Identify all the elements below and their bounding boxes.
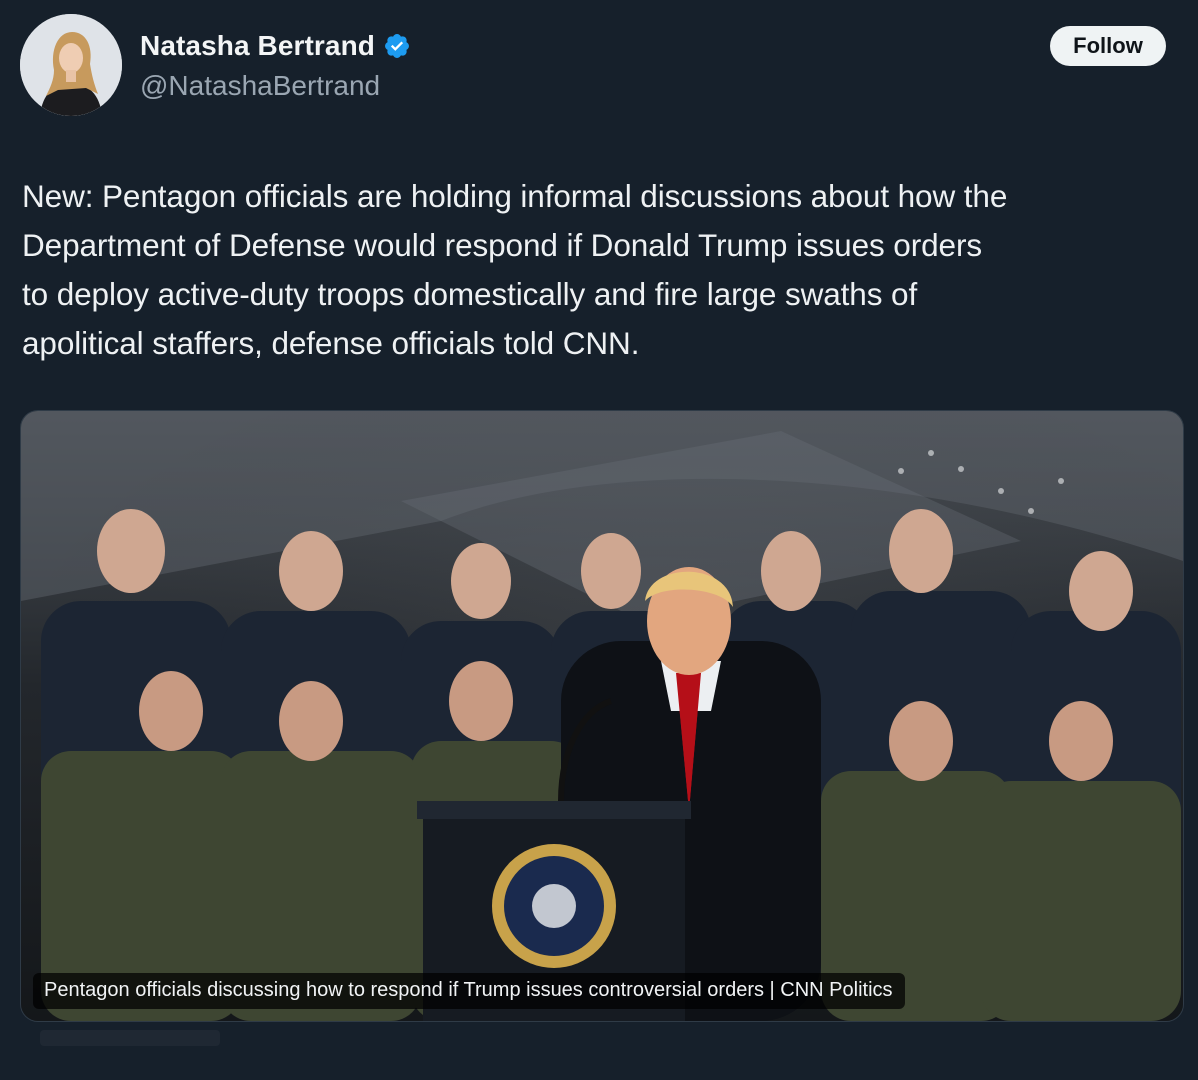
tweet-text-line: Department of Defense would respond if D… bbox=[22, 227, 982, 263]
tweet-text: New: Pentagon officials are holding info… bbox=[22, 172, 1182, 368]
profile-photo-icon bbox=[20, 14, 122, 116]
link-preview-card[interactable]: Pentagon officials discussing how to res… bbox=[20, 410, 1184, 1022]
news-photo-icon bbox=[21, 411, 1183, 1021]
tweet-header: Natasha Bertrand @NatashaBertrand Follow bbox=[20, 14, 1180, 118]
verified-badge-icon bbox=[385, 34, 409, 58]
tweet-screenshot: Natasha Bertrand @NatashaBertrand Follow… bbox=[0, 0, 1198, 1080]
faded-footer-text bbox=[40, 1030, 220, 1046]
display-name[interactable]: Natasha Bertrand bbox=[140, 30, 375, 62]
tweet-text-line: apolitical staffers, defense officials t… bbox=[22, 325, 640, 361]
avatar[interactable] bbox=[20, 14, 122, 116]
link-card-caption: Pentagon officials discussing how to res… bbox=[33, 973, 905, 1009]
user-handle[interactable]: @NatashaBertrand bbox=[140, 70, 380, 102]
name-row: Natasha Bertrand bbox=[140, 28, 411, 64]
follow-button[interactable]: Follow bbox=[1050, 26, 1166, 66]
tweet-text-line: to deploy active-duty troops domesticall… bbox=[22, 276, 918, 312]
tweet-text-line: New: Pentagon officials are holding info… bbox=[22, 178, 1008, 214]
